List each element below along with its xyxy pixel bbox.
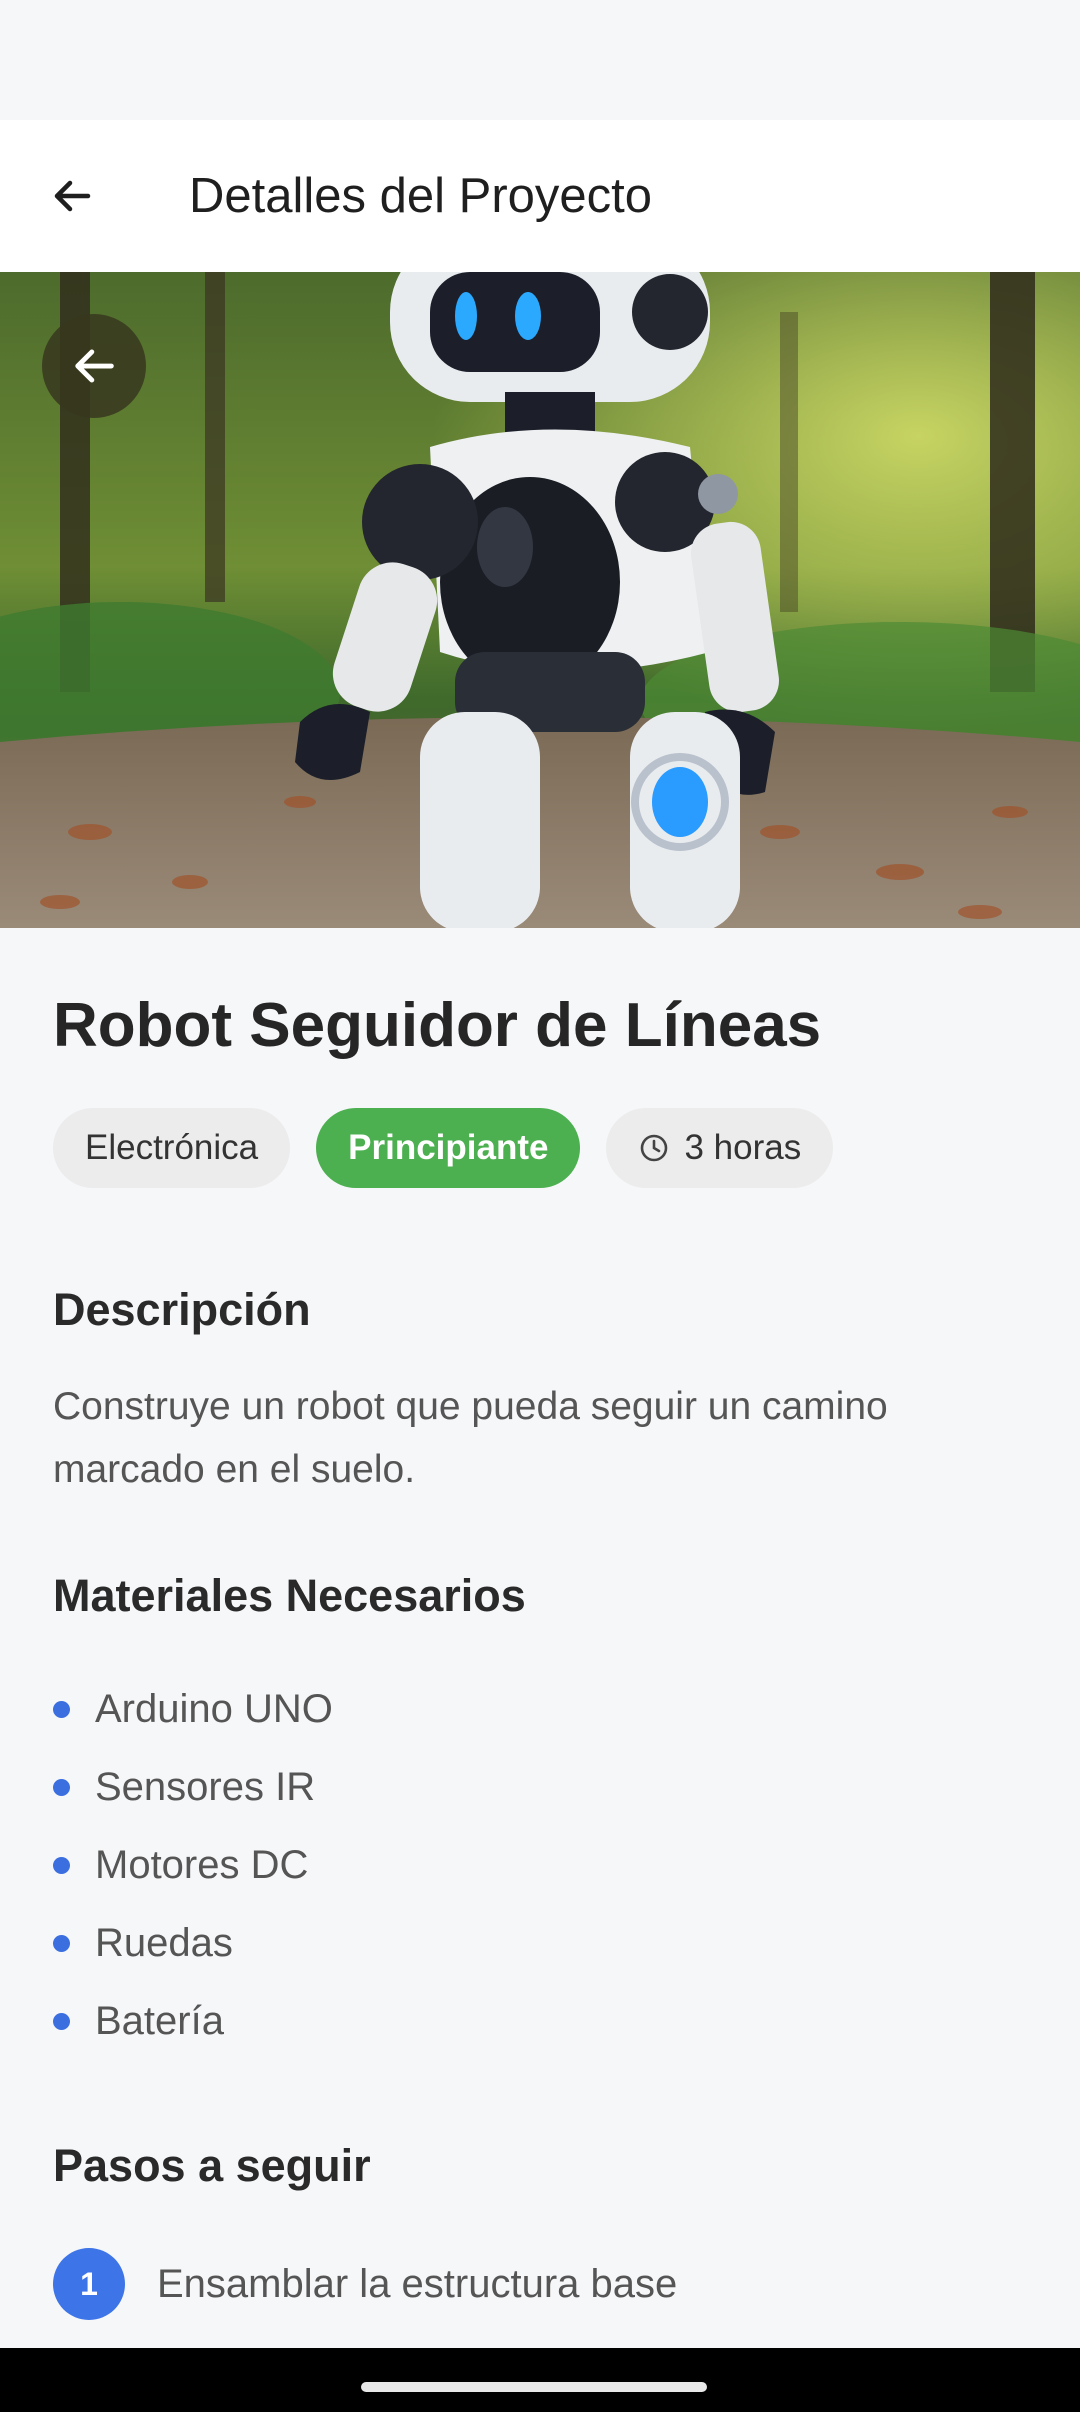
material-label: Motores DC: [95, 1842, 309, 1887]
bullet-icon: [53, 1856, 70, 1874]
project-details: Robot Seguidor de Líneas Electrónica Pri…: [0, 928, 1080, 2348]
clock-icon: [638, 1132, 670, 1164]
list-item: Arduino UNO: [53, 1670, 333, 1748]
page-title: Detalles del Proyecto: [189, 169, 653, 223]
top-app-bar: Detalles del Proyecto: [0, 120, 1080, 272]
description-text: Construye un robot que pueda seguir un c…: [53, 1385, 888, 1491]
bullet-icon: [53, 1934, 70, 1952]
category-chip: Electrónica: [53, 1108, 291, 1188]
steps-heading: Pasos a seguir: [53, 2140, 371, 2191]
materials-heading: Materiales Necesarios: [53, 1570, 526, 1621]
list-item: Batería: [53, 1982, 333, 2060]
back-button[interactable]: [40, 164, 104, 228]
step-item: 1 Ensamblar la estructura base: [53, 2248, 677, 2320]
system-navigation-bar: [0, 2348, 1080, 2412]
list-item: Sensores IR: [53, 1748, 333, 1826]
bullet-icon: [53, 2012, 70, 2030]
material-label: Sensores IR: [95, 1764, 316, 1809]
list-item: Ruedas: [53, 1904, 333, 1982]
step-text: Ensamblar la estructura base: [157, 2261, 678, 2306]
material-label: Ruedas: [95, 1920, 233, 1965]
level-chip: Principiante: [316, 1108, 581, 1188]
list-item: Motores DC: [53, 1826, 333, 1904]
project-tags: Electrónica Principiante 3 horas: [53, 1108, 834, 1188]
bullet-icon: [53, 1778, 70, 1796]
status-bar: [0, 0, 1080, 120]
material-label: Arduino UNO: [95, 1686, 333, 1731]
home-gesture-handle[interactable]: [361, 2382, 707, 2392]
arrow-left-icon: [54, 180, 91, 212]
material-label: Batería: [95, 1998, 224, 2043]
duration-chip: 3 horas: [606, 1108, 834, 1188]
project-hero-image: [0, 272, 1080, 928]
project-title: Robot Seguidor de Líneas: [53, 991, 822, 1060]
step-number-badge: 1: [53, 2248, 125, 2320]
arrow-left-icon: [75, 349, 114, 383]
description-heading: Descripción: [53, 1284, 311, 1335]
hero-back-button[interactable]: [42, 314, 146, 418]
bullet-icon: [53, 1700, 70, 1718]
duration-label: 3 horas: [684, 1128, 802, 1167]
materials-list: Arduino UNO Sensores IR Motores DC Rueda…: [53, 1670, 333, 2060]
